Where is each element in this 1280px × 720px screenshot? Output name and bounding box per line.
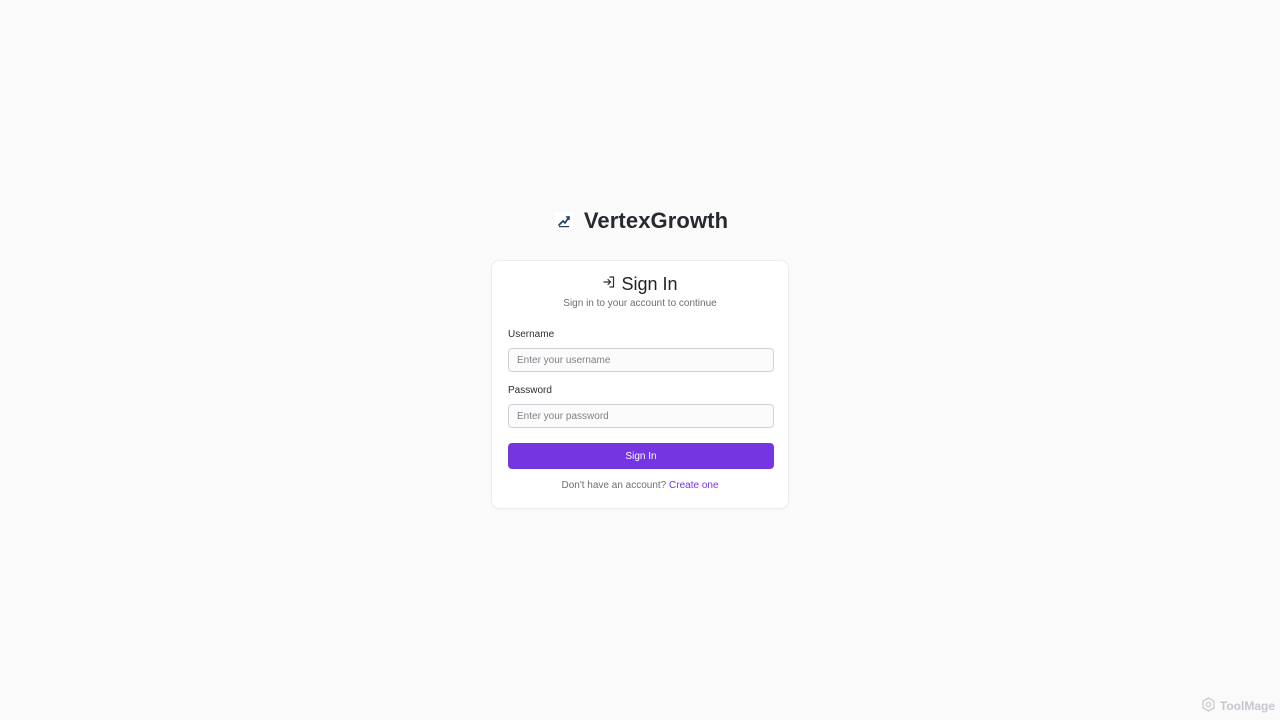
hexagon-logo-icon — [1201, 697, 1216, 715]
watermark: ToolMage — [1201, 697, 1275, 715]
brand-header: VertexGrowth — [0, 208, 1280, 234]
username-label: Username — [508, 329, 555, 340]
brand-name: VertexGrowth — [583, 208, 729, 233]
password-input[interactable] — [508, 404, 774, 428]
login-arrow-icon — [602, 275, 616, 294]
sign-in-card: Sign In Sign in to your account to conti… — [491, 260, 789, 509]
password-label: Password — [508, 385, 552, 396]
sign-in-button[interactable]: Sign In — [508, 443, 774, 469]
rising-chart-logo-icon — [552, 209, 576, 233]
signup-prompt-text: Don't have an account? — [561, 480, 667, 491]
card-subtitle: Sign in to your account to continue — [563, 298, 717, 309]
login-page: VertexGrowth Sign In Sign in to your acc… — [0, 0, 1280, 720]
card-title: Sign In — [621, 274, 678, 294]
username-input[interactable] — [508, 348, 774, 372]
signup-prompt: Don't have an account? Create one — [492, 480, 788, 491]
card-header: Sign In — [492, 274, 788, 295]
watermark-text: ToolMage — [1219, 699, 1275, 713]
create-account-link[interactable]: Create one — [669, 480, 718, 491]
